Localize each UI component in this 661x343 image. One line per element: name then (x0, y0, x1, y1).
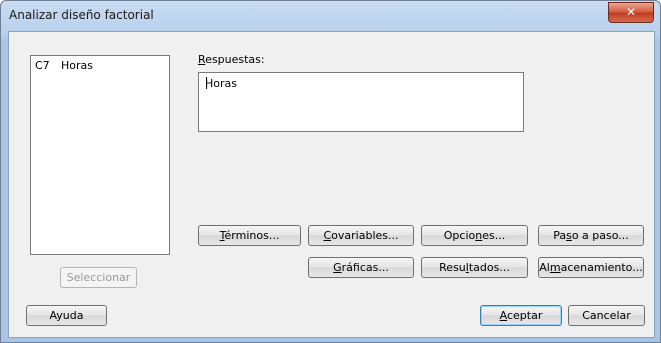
list-item[interactable]: C7 Horas (35, 59, 93, 72)
window-title: Analizar diseño factorial (9, 8, 154, 22)
terminos-button[interactable]: Términos... (198, 225, 301, 246)
close-button[interactable]: ✕ (608, 2, 654, 23)
covariables-button[interactable]: Covariables... (308, 225, 414, 246)
seleccionar-button[interactable]: Seleccionar (60, 267, 137, 288)
paso-a-paso-button[interactable]: Paso a paso... (538, 225, 644, 246)
graficas-button[interactable]: Gráficas... (308, 257, 414, 278)
dialog-window: Analizar diseño factorial ✕ C7 Horas Resp… (0, 0, 661, 343)
column-id: C7 (35, 59, 50, 72)
almacenamiento-button[interactable]: Almacenamiento... (538, 257, 644, 278)
dialog-body: C7 Horas Respuestas: Horas Términos... Co… (8, 31, 655, 338)
cancelar-button[interactable]: Cancelar (568, 305, 645, 326)
title-bar[interactable]: Analizar diseño factorial ✕ (1, 1, 660, 31)
responses-value: Horas (205, 77, 237, 90)
opciones-button[interactable]: Opciones... (421, 225, 528, 246)
variable-listbox[interactable]: C7 Horas (30, 55, 170, 255)
ayuda-button[interactable]: Ayuda (26, 305, 107, 326)
resultados-button[interactable]: Resultados... (421, 257, 528, 278)
column-name: Horas (61, 59, 93, 72)
aceptar-button[interactable]: Aceptar (480, 305, 562, 326)
responses-label: Respuestas: (198, 53, 265, 66)
responses-field[interactable]: Horas (198, 72, 524, 132)
text-caret (206, 77, 207, 89)
close-icon: ✕ (625, 5, 637, 19)
